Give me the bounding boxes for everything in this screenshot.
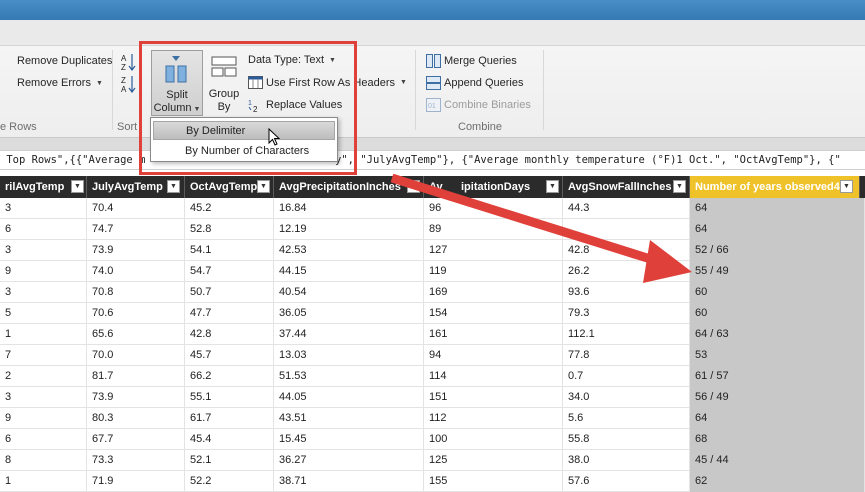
- annotation-arrow-icon: [390, 173, 692, 283]
